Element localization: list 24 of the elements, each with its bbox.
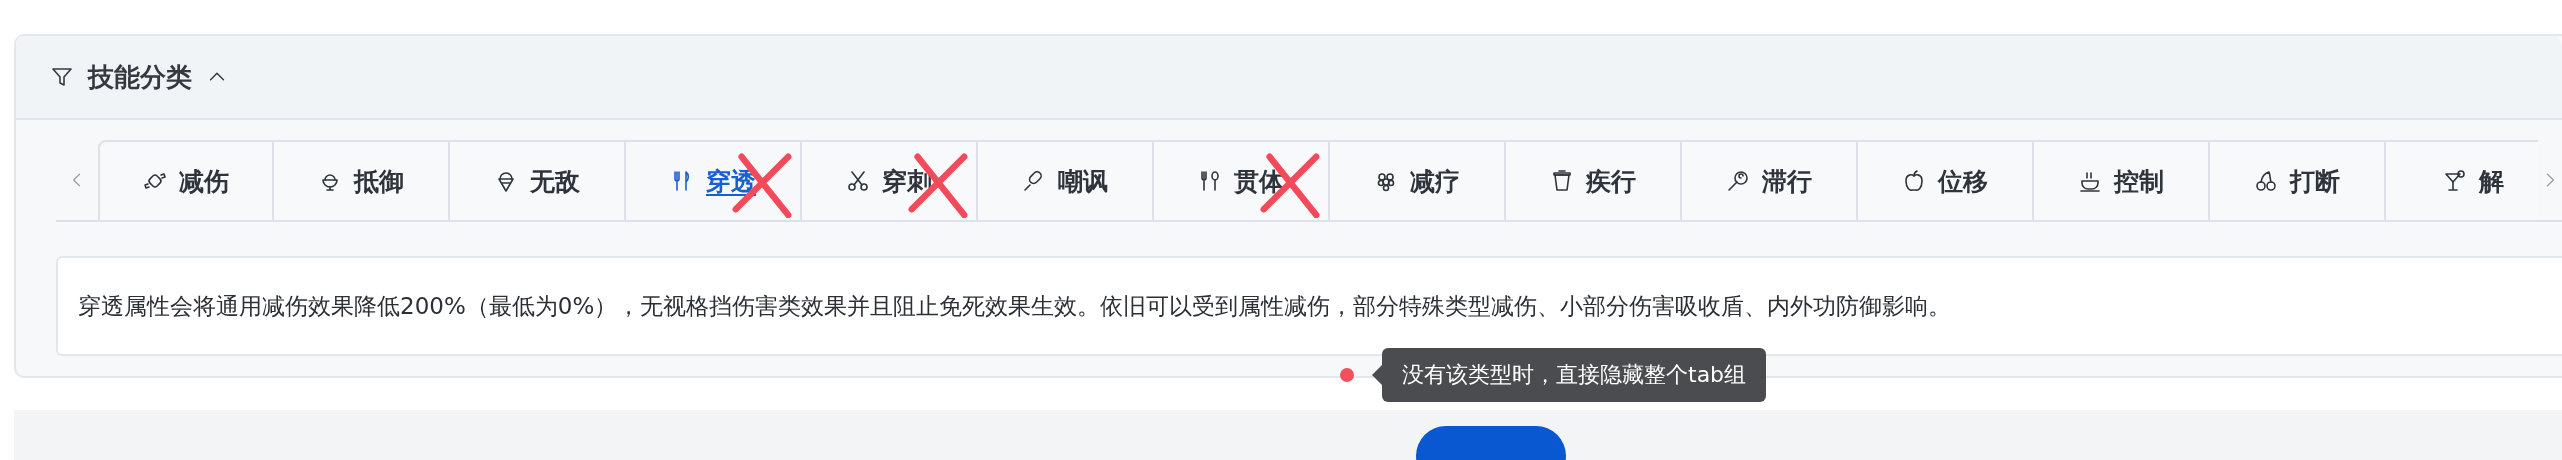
bowl-icon (2078, 169, 2102, 193)
annotation-dot (1340, 368, 1354, 382)
tab[interactable]: 疾行 (1506, 140, 1682, 220)
tab[interactable]: 打断 (2210, 140, 2386, 220)
tab[interactable]: 无敌 (450, 140, 626, 220)
tab[interactable]: 位移 (1858, 140, 2034, 220)
cherries-icon (2254, 169, 2278, 193)
tab[interactable]: 抵御 (274, 140, 450, 220)
tab[interactable]: 滞行 (1682, 140, 1858, 220)
apple-icon (1902, 169, 1926, 193)
cocktail-icon (2442, 169, 2467, 193)
tab[interactable]: 减疗 (1330, 140, 1506, 220)
tab[interactable]: 控制 (2034, 140, 2210, 220)
tab[interactable]: 嘲讽 (978, 140, 1154, 220)
description-text: 穿透属性会将通用减伤效果降低200%（最低为0%），无视格挡伤害类效果并且阻止免死效果生效。依旧可以受到属性减伤，部分特殊类型减伤、小部分伤害吸收盾、内外功防御影响。 (78, 291, 1952, 321)
cup-icon (1550, 169, 1574, 193)
lollipop-icon (1726, 169, 1750, 193)
filter-icon (50, 65, 74, 89)
panel-title: 技能分类 (88, 60, 192, 94)
tab[interactable]: 贯体 (1154, 140, 1330, 220)
tab[interactable]: 减伤 (98, 140, 274, 220)
fork-spoon-icon (1198, 169, 1222, 193)
annotation-tooltip: 没有该类型时，直接隐藏整个tab组 (1372, 348, 1767, 402)
scissors-icon (846, 169, 870, 193)
